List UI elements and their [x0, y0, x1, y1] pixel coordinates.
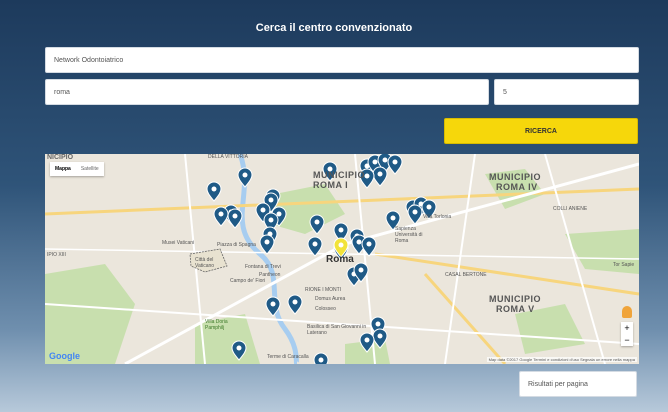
- city-input[interactable]: roma: [45, 79, 489, 105]
- map-type-toggle[interactable]: Mappa Satellite: [50, 162, 104, 176]
- map-label-municipio-1: MUNICIPIO: [313, 170, 366, 180]
- map-marker-dot: [364, 337, 370, 343]
- map-marker-dot: [268, 217, 274, 223]
- map-attribution[interactable]: Map data ©2017 Google Termini e condizio…: [486, 357, 637, 362]
- google-logo: Google: [49, 351, 80, 361]
- map-label-della-vittoria: DELLA VITTORIA: [208, 154, 248, 160]
- map-marker-dot: [377, 171, 383, 177]
- map-marker-dot: [372, 159, 378, 165]
- map-marker-dot: [292, 299, 298, 305]
- map-label-nicipio: NICIPIO: [47, 154, 74, 161]
- map-marker-dot: [382, 157, 388, 163]
- map-marker-dot: [276, 211, 282, 217]
- map-label-terme: Terme di Caracalla: [267, 354, 309, 360]
- map-marker-dot: [211, 186, 217, 192]
- zoom-control: + −: [621, 322, 633, 346]
- map-label-roma-4: ROMA IV: [496, 182, 538, 192]
- network-select[interactable]: Network Odontoiatrico: [45, 47, 639, 73]
- map-label-municipio-5: MUNICIPIO: [489, 294, 542, 304]
- map-label-roma-1: ROMA I: [313, 180, 349, 190]
- map-marker-dot: [232, 213, 238, 219]
- map-label-piazza-spagna: Piazza di Spagna: [217, 242, 256, 248]
- radius-value: 5: [503, 88, 507, 96]
- map-label-roma: Roma: [326, 254, 354, 265]
- map-label-sapienza: Sapienza Università di Roma: [395, 226, 423, 244]
- map-marker-dot: [364, 173, 370, 179]
- map-marker-dot: [312, 241, 318, 247]
- map-label-rione-monti: RIONE I MONTI: [305, 287, 342, 293]
- map-label-fontana-trevi: Fontana di Trevi: [245, 264, 281, 270]
- map-label-tor-sapienza: Tor Sapie: [613, 262, 635, 268]
- search-button[interactable]: RICERCA: [444, 118, 638, 144]
- map-marker-dot: [264, 239, 270, 245]
- map[interactable]: Mappa Satellite NICIPIO DELLA VITTORIA M…: [45, 154, 639, 364]
- map-marker-dot: [314, 219, 320, 225]
- map-label-colosseo: Colosseo: [315, 306, 336, 312]
- map-marker-dot: [392, 159, 398, 165]
- map-marker-dot: [377, 333, 383, 339]
- map-marker-dot: [390, 215, 396, 221]
- map-label-ipio: IPIO XIII: [47, 252, 66, 258]
- map-label-musei-vaticani: Musei Vaticani: [162, 240, 195, 246]
- map-marker-dot: [366, 241, 372, 247]
- map-label-villa-torlonia: Villa Torlonia: [423, 214, 452, 220]
- map-marker-dot: [338, 242, 344, 248]
- page-title: Cerca il centro convenzionato: [255, 22, 413, 34]
- map-marker-dot: [318, 357, 324, 363]
- map-marker-dot: [242, 172, 248, 178]
- street-view-pegman-icon[interactable]: [622, 306, 632, 318]
- map-label-citta-vaticano: Città del Vaticano: [195, 257, 215, 269]
- map-label-basilica: Basilica di San Giovanni in Laterano: [307, 324, 367, 336]
- map-marker-dot: [218, 211, 224, 217]
- map-marker-dot: [375, 321, 381, 327]
- map-label-villa-doria: Villa Doria Pamphilj: [205, 319, 228, 331]
- city-value: roma: [54, 88, 70, 96]
- zoom-in-button[interactable]: +: [621, 322, 633, 334]
- map-label-roma-5: ROMA V: [496, 304, 535, 314]
- results-per-page-select[interactable]: Risultati per pagina: [519, 371, 637, 397]
- map-marker-dot: [358, 267, 364, 273]
- map-marker-dot: [260, 207, 266, 213]
- map-label-casal-bertone: CASAL BERTONE: [445, 272, 487, 278]
- map-marker-dot: [426, 204, 432, 210]
- map-marker-dot: [270, 301, 276, 307]
- map-type-satellite[interactable]: Satellite: [76, 162, 104, 176]
- map-label-domus-aurea: Domus Aurea: [315, 296, 346, 302]
- radius-select[interactable]: 5: [494, 79, 639, 105]
- zoom-out-button[interactable]: −: [621, 334, 633, 346]
- results-per-page-label: Risultati per pagina: [528, 380, 588, 388]
- map-label-campo-fiori: Campo de' Fiori: [230, 278, 266, 284]
- map-marker-dot: [236, 345, 242, 351]
- map-label-municipio-4: MUNICIPIO: [489, 172, 542, 182]
- map-marker-dot: [412, 209, 418, 215]
- map-marker-dot: [356, 239, 362, 245]
- map-marker-dot: [338, 227, 344, 233]
- map-label-colli-aniene: COLLI ANIENE: [553, 206, 588, 212]
- map-type-map[interactable]: Mappa: [50, 162, 76, 176]
- google-logo-text: Google: [49, 351, 80, 361]
- network-value: Network Odontoiatrico: [54, 56, 124, 64]
- map-marker-dot: [268, 197, 274, 203]
